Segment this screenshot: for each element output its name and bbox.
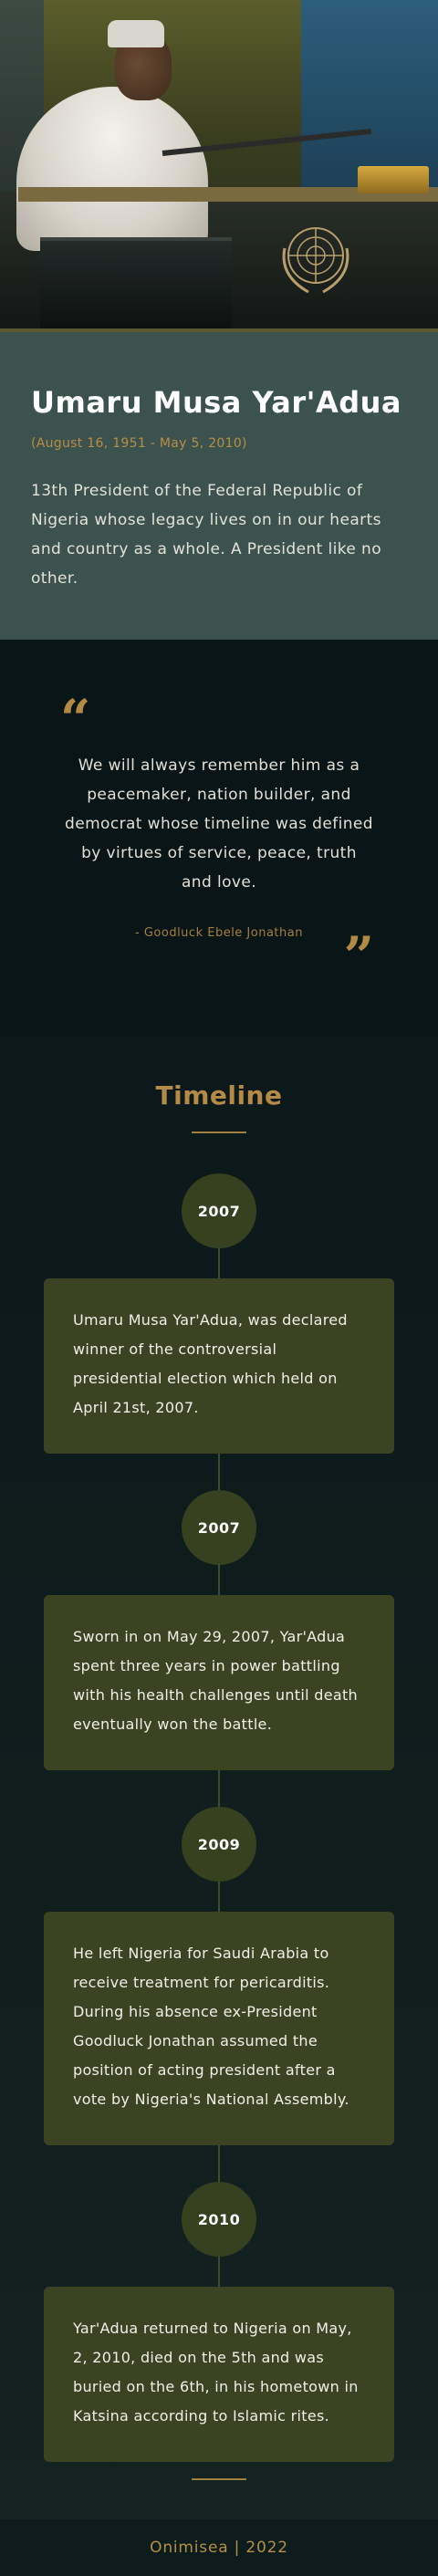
timeline-section: Timeline 2007 Umaru Musa Yar'Adua, was d…	[0, 1037, 438, 2519]
open-quote-icon: “	[60, 688, 91, 750]
timeline-title: Timeline	[155, 1080, 283, 1111]
quote-author: - Goodluck Ebele Jonathan	[135, 926, 303, 940]
un-emblem-icon	[282, 227, 349, 294]
quote-section: “ We will always remember him as a peace…	[0, 640, 438, 1037]
life-dates: (August 16, 1951 - May 5, 2010)	[31, 436, 247, 451]
timeline-event-card: Umaru Musa Yar'Adua, was declared winner…	[44, 1278, 394, 1454]
hero-figure-cap	[108, 20, 164, 47]
timeline-event-card: Sworn in on May 29, 2007, Yar'Adua spent…	[44, 1595, 394, 1770]
quote-text: We will always remember him as a peacema…	[65, 756, 373, 892]
timeline-year-badge: 2010	[182, 2182, 256, 2257]
hero-lectern	[40, 237, 232, 329]
timeline-event-card: Yar'Adua returned to Nigeria on May, 2, …	[44, 2287, 394, 2462]
hero-photo	[0, 0, 438, 329]
intro-section: Umaru Musa Yar'Adua (August 16, 1951 - M…	[0, 332, 438, 640]
footer-credit: Onimisea | 2022	[150, 2539, 288, 2557]
timeline-year-badge: 2007	[182, 1173, 256, 1248]
timeline-year-badge: 2009	[182, 1807, 256, 1882]
hero-microphone-base	[358, 166, 429, 193]
timeline-year-badge: 2007	[182, 1490, 256, 1565]
close-quote-icon: ”	[343, 925, 374, 987]
timeline-end-rule	[192, 2478, 246, 2480]
hero-figure-robe	[16, 87, 208, 251]
footer: Onimisea | 2022	[0, 2519, 438, 2576]
page-title: Umaru Musa Yar'Adua	[31, 385, 402, 420]
timeline-title-rule	[192, 1132, 246, 1133]
hero-backdrop-right	[301, 0, 438, 192]
intro-description: 13th President of the Federal Republic o…	[31, 482, 382, 588]
timeline-event-card: He left Nigeria for Saudi Arabia to rece…	[44, 1912, 394, 2145]
